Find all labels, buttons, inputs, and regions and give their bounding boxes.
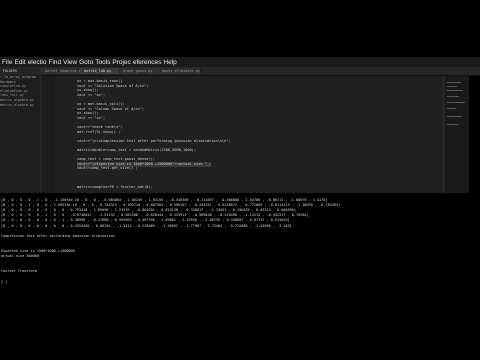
menu-tools[interactable]: Tools xyxy=(93,59,110,66)
code-line[interactable]: matrix<complex>F8 = fourier_mat(8); xyxy=(77,185,153,190)
menu-selection[interactable]: electio xyxy=(26,59,47,66)
sidebar: FOLDERS ▾ 2d_array_program Hardware cumu… xyxy=(0,67,41,193)
menu-file[interactable]: File xyxy=(0,59,12,66)
line-gutter xyxy=(41,76,55,193)
terminal-line: [ ] xyxy=(1,279,8,284)
tab-bar: kernel_adaptive.py matrix_lab.py graph_g… xyxy=(0,67,480,76)
code-line[interactable]: cout<<"\n\nCompression test after perfor… xyxy=(77,139,231,144)
menu-project[interactable]: Projec xyxy=(110,59,130,66)
code-editor[interactable]: xx = mat.basis_rows() cout << "Solution S… xyxy=(41,76,469,193)
code-line[interactable]: matrix<double>comp_test = randomMatrix(1… xyxy=(77,148,196,153)
menu-help[interactable]: Help xyxy=(161,59,176,66)
terminal-output: [0 , 0 , 0 , 0 , 1 , 0 , -1.13054e-10 , … xyxy=(0,197,480,301)
sidebar-item-folder[interactable]: ▾ 2d_array_program xyxy=(0,75,40,80)
code-line[interactable]: cout<<comp_test.get_size() ; xyxy=(77,166,138,171)
menu-find[interactable]: Find xyxy=(46,59,61,66)
menu-preferences[interactable]: eferences xyxy=(131,59,162,66)
tab-kernel-adaptive[interactable]: kernel_adaptive.py xyxy=(41,68,84,74)
code-line[interactable]: cout << "xx"; xyxy=(77,93,105,98)
tab-gauss-eliminate[interactable]: gauss_eliminate.py xyxy=(158,68,201,74)
menu-goto[interactable]: Goto xyxy=(77,59,93,66)
menu-edit[interactable]: Edit xyxy=(12,59,25,66)
code-line[interactable]: cout << "xx"; xyxy=(77,116,105,121)
minimap[interactable] xyxy=(444,76,469,193)
menu-view[interactable]: View xyxy=(61,59,77,66)
tab-graph-gauss[interactable]: graph_gauss.py xyxy=(119,68,162,74)
menu-bar: File Edit electio Find View Goto Tools P… xyxy=(0,57,480,67)
sidebar-header: FOLDERS xyxy=(0,67,40,75)
tab-matrix-lab[interactable]: matrix_lab.py xyxy=(80,68,123,74)
code-line[interactable]: mat.rref(3).show() ; xyxy=(77,130,120,135)
sidebar-item-file[interactable]: matrix_algebra.py xyxy=(0,103,40,108)
